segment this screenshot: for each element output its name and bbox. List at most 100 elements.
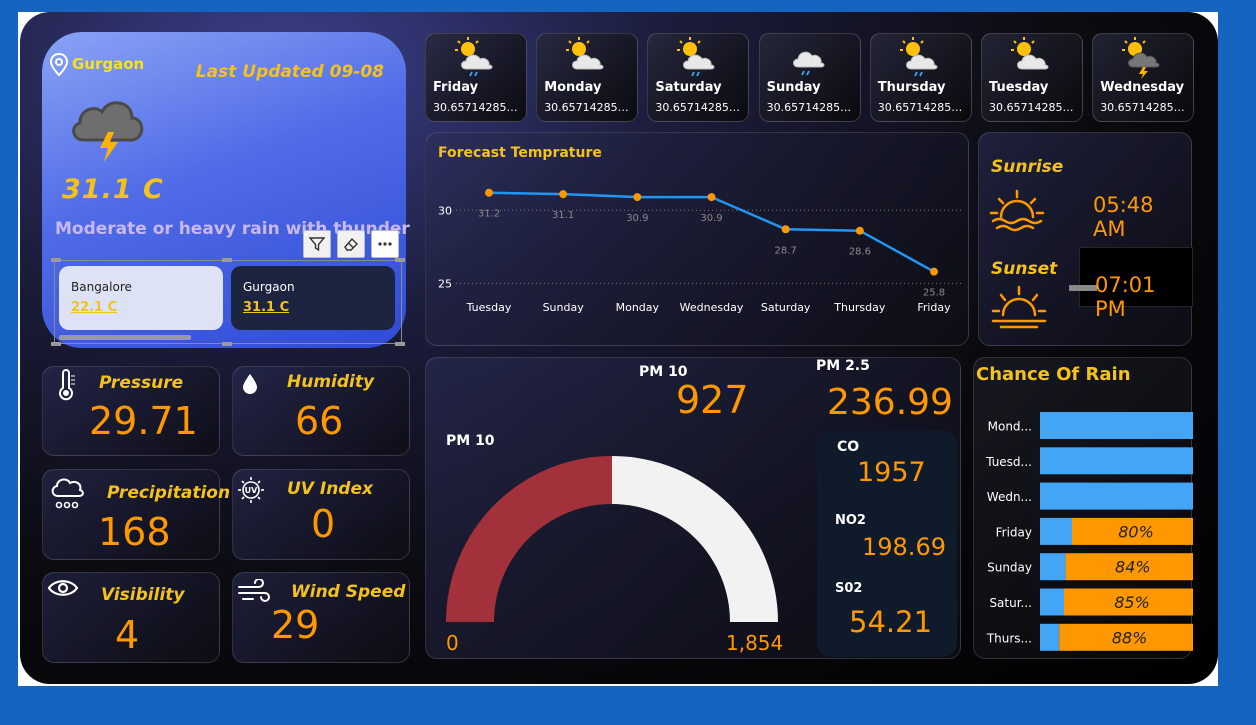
wind-icon <box>238 579 270 602</box>
x-tick-label: Tuesday <box>466 301 512 314</box>
forecast-day: Sunday <box>766 80 821 95</box>
forecast-tile-monday: Monday 30.657142857142857 <box>536 33 639 122</box>
location-pin-icon <box>49 52 69 77</box>
forecast-value: 30.657142857142857 <box>544 101 632 114</box>
data-label: 30.9 <box>626 213 648 224</box>
city-slicer: Bangalore 22.1 C Gurgaon 31.1 C <box>51 258 405 346</box>
forecast-tile-saturday: Saturday 30.657142857142857 <box>647 33 750 122</box>
sun-cloud-rain-icon <box>899 37 938 77</box>
resize-handle[interactable] <box>51 258 61 262</box>
temperature-point[interactable] <box>930 267 938 276</box>
forecast-day: Thursday <box>877 80 946 95</box>
city-card-name: Bangalore <box>71 280 132 294</box>
forecast-day: Tuesday <box>989 80 1049 95</box>
wind-speed-card: Wind Speed 29 <box>232 572 410 663</box>
forecast-tile-thursday: Thursday 30.657142857142857 <box>869 33 972 122</box>
sunset-label: Sunset <box>991 259 1058 279</box>
thermometer-icon <box>59 369 75 401</box>
chance-of-rain-panel: Chance Of Rain Mond... Tuesd... Wedn... Fri… <box>973 357 1193 659</box>
gauge-fill <box>446 456 612 622</box>
visibility-card: Visibility 4 <box>42 572 220 663</box>
temperature-point[interactable] <box>485 188 493 197</box>
sun-cloud-rain-icon <box>677 37 715 77</box>
sunrise-sunset-panel: Sunrise 05:48 AM Sunset 07:01 PM <box>978 132 1193 346</box>
temperature-point[interactable] <box>633 193 642 202</box>
gauge-min-label: 0 <box>446 631 459 655</box>
resize-handle[interactable] <box>222 342 232 346</box>
forecast-value: 30.657142857142857 <box>766 101 855 114</box>
rain-bar-blue[interactable] <box>1040 517 1072 545</box>
slicer-scrollbar[interactable] <box>59 335 191 340</box>
temperature-line <box>488 191 935 273</box>
sunrise-label: Sunrise <box>991 157 1064 177</box>
humidity-value: 66 <box>295 399 344 443</box>
forecast-value: 30.657142857142857 <box>877 101 966 114</box>
wind-speed-label: Wind Speed <box>291 582 406 602</box>
uv-sun-icon: UV <box>238 477 264 503</box>
category-label: Tuesd... <box>985 455 1032 469</box>
category-label: Thurs... <box>986 631 1032 645</box>
visibility-value: 4 <box>115 613 140 657</box>
weather-dashboard: Gurgaon Last Updated 09-08 31.1 C Modera… <box>20 12 1218 684</box>
humidity-card: Humidity 66 <box>232 366 410 456</box>
sun-cloud-rain-icon <box>455 37 493 77</box>
filter-icon[interactable] <box>303 230 331 258</box>
precipitation-card: Precipitation 168 <box>42 469 230 560</box>
city-card-gurgaon[interactable]: Gurgaon 31.1 C <box>231 266 395 330</box>
y-tick-label: 30 <box>438 204 452 217</box>
resize-handle[interactable] <box>395 258 405 262</box>
temperature-point[interactable] <box>559 190 568 199</box>
sunset-icon <box>991 285 1047 329</box>
x-tick-label: Thursday <box>833 301 886 314</box>
last-updated: Last Updated 09-08 <box>195 62 384 82</box>
uv-index-label: UV Index <box>287 479 373 499</box>
rain-bar-blue[interactable] <box>1040 623 1060 651</box>
eraser-icon[interactable] <box>337 230 365 258</box>
forecast-day: Monday <box>544 80 602 95</box>
resize-handle[interactable] <box>395 342 405 346</box>
forecast-tile-sunday: Sunday 30.657142857142857 <box>758 33 861 122</box>
uv-index-value: 0 <box>311 502 336 546</box>
data-label: 28.7 <box>775 245 797 256</box>
rain-bar-blue[interactable] <box>1040 482 1193 510</box>
chance-of-rain-chart: Mond... Tuesd... Wedn... Friday 80% Sunday 84%… <box>985 412 1193 651</box>
forecast-tile-friday: Friday 30.657142857142857 <box>425 33 527 122</box>
rain-bar-blue[interactable] <box>1040 553 1066 581</box>
city-card-temp: 31.1 C <box>243 300 290 315</box>
forecast-day: Wednesday <box>1100 80 1185 95</box>
co-value: 1957 <box>857 457 926 488</box>
temperature-point[interactable] <box>707 193 716 202</box>
forecast-day: Friday <box>433 80 479 95</box>
water-drop-icon <box>243 374 257 394</box>
rain-bar-blue[interactable] <box>1040 447 1193 475</box>
category-label: Sunday <box>987 561 1032 575</box>
co-label: CO <box>837 439 860 455</box>
resize-handle[interactable] <box>51 342 61 346</box>
gauge-title: PM 10 <box>446 433 495 449</box>
x-tick-label: Saturday <box>761 301 811 314</box>
rain-bar-blue[interactable] <box>1040 588 1064 616</box>
rain-percent-label: 88% <box>1112 628 1148 647</box>
precipitation-label: Precipitation <box>107 483 231 503</box>
uv-index-card: UV UV Index 0 <box>232 469 410 560</box>
precipitation-value: 168 <box>98 510 171 554</box>
more-options-icon[interactable] <box>371 230 399 258</box>
so2-label: S02 <box>835 581 863 596</box>
pm25-label: PM 2.5 <box>816 358 870 374</box>
rain-percent-label: 80% <box>1118 522 1154 541</box>
svg-text:UV: UV <box>245 486 258 495</box>
forecast-tile-tuesday: Tuesday 30.657142857142857 <box>981 33 1083 122</box>
current-temperature: 31.1 C <box>62 174 164 205</box>
city-card-bangalore[interactable]: Bangalore 22.1 C <box>59 266 223 330</box>
sun-cloud-icon <box>566 37 604 70</box>
rain-bar-blue[interactable] <box>1040 412 1193 439</box>
forecast-line-chart: 25 30 31.2 Tuesday 31.1 Sunday 30.9 Monday 30.9 W… <box>438 188 962 314</box>
rain-cloud-icon <box>51 478 84 509</box>
temperature-point[interactable] <box>781 225 790 234</box>
pressure-card: Pressure 29.71 <box>42 366 220 456</box>
resize-handle[interactable] <box>222 258 232 262</box>
category-label: Mond... <box>988 420 1032 434</box>
temperature-point[interactable] <box>855 226 864 235</box>
sun-thunder-icon <box>1122 37 1160 79</box>
category-label: Wedn... <box>987 490 1032 504</box>
